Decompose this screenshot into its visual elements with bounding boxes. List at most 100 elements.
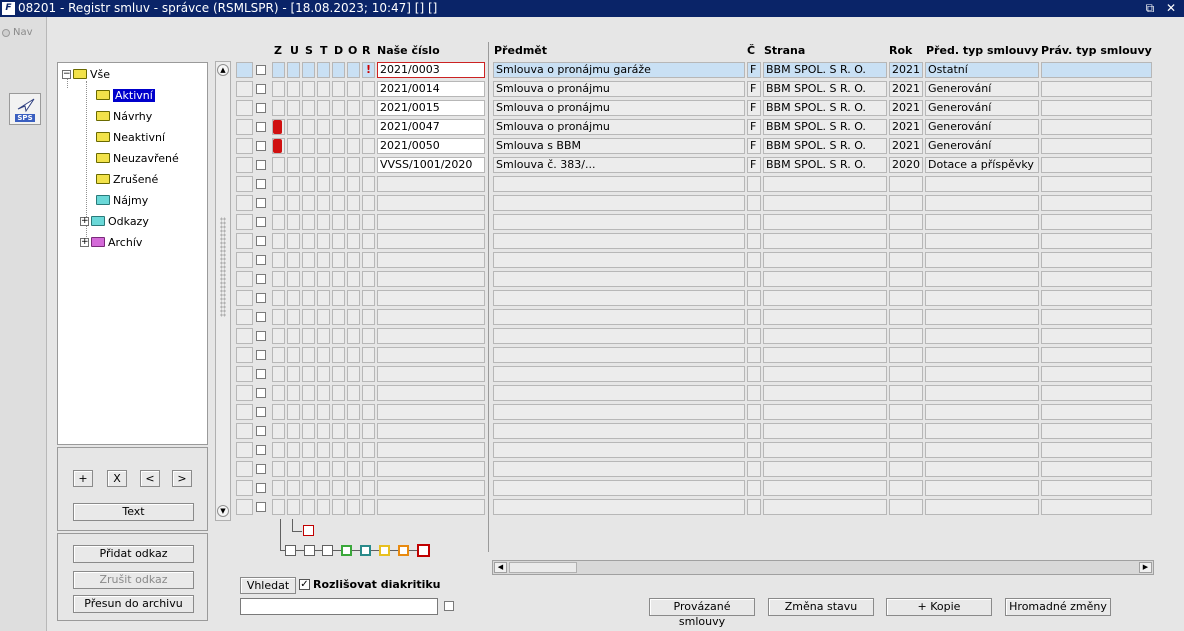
row-cell-nase-cislo[interactable]: 2021/0003	[377, 62, 485, 78]
row-cell-marker[interactable]	[317, 385, 330, 401]
row-cell-pred-typ[interactable]	[925, 233, 1039, 249]
row-cell-marker[interactable]	[272, 195, 285, 211]
row-cell-marker[interactable]	[287, 119, 300, 135]
row-cell-marker[interactable]	[272, 100, 285, 116]
row-cell-marker[interactable]	[272, 423, 285, 439]
diacritics-checkbox[interactable]: ✓	[299, 579, 310, 590]
row-cell-marker[interactable]	[332, 252, 345, 268]
row-cell-strana[interactable]: BBM SPOL. S R. O.	[763, 157, 887, 173]
row-cell-nase-cislo[interactable]	[377, 366, 485, 382]
row-cell-prav-typ[interactable]	[1041, 119, 1152, 135]
row-cell-marker[interactable]	[347, 385, 360, 401]
tree-item-aktivni[interactable]: Aktivní	[96, 87, 155, 103]
row-cell-marker[interactable]	[332, 480, 345, 496]
row-cell-c[interactable]	[747, 271, 761, 287]
row-cell-c[interactable]: F	[747, 157, 761, 173]
row-cell-marker[interactable]	[302, 385, 315, 401]
row-cell-marker[interactable]	[287, 100, 300, 116]
row-cell-rok[interactable]	[889, 195, 923, 211]
row-cell-marker[interactable]	[347, 347, 360, 363]
row-cell-marker[interactable]	[272, 62, 285, 78]
row-cell-marker[interactable]	[347, 119, 360, 135]
row-cell-c[interactable]	[747, 442, 761, 458]
row-cell-marker[interactable]	[287, 461, 300, 477]
row-cell-rok[interactable]: 2021	[889, 100, 923, 116]
row-cell-marker[interactable]	[347, 442, 360, 458]
row-cell-marker[interactable]	[332, 100, 345, 116]
row-cell-marker[interactable]	[362, 404, 375, 420]
row-cell-c[interactable]	[747, 404, 761, 420]
row-cell-marker[interactable]	[287, 271, 300, 287]
row-cell-marker[interactable]	[317, 119, 330, 135]
row-cell-marker[interactable]	[317, 366, 330, 382]
tree-item-odkazy[interactable]: + Odkazy	[80, 213, 149, 229]
row-cell-nase-cislo[interactable]	[377, 442, 485, 458]
row-cell-prav-typ[interactable]	[1041, 176, 1152, 192]
row-cell-marker[interactable]	[272, 157, 285, 173]
row-cell-nase-cislo[interactable]	[377, 195, 485, 211]
row-cell-c[interactable]: F	[747, 138, 761, 154]
row-cell-marker[interactable]	[317, 480, 330, 496]
row-cell-marker[interactable]	[347, 233, 360, 249]
row-cell-marker[interactable]	[332, 442, 345, 458]
row-cell-marker[interactable]	[272, 461, 285, 477]
row-cell-prav-typ[interactable]	[1041, 499, 1152, 515]
row-cell-pred-typ[interactable]: Ostatní	[925, 62, 1039, 78]
row-cell-marker[interactable]	[332, 366, 345, 382]
window-controls[interactable]: ⧉ ✕	[1146, 0, 1180, 17]
bulk-changes-button[interactable]: Hromadné změny	[1005, 598, 1111, 616]
row-cell-marker[interactable]	[362, 423, 375, 439]
row-cell-marker[interactable]	[302, 214, 315, 230]
row-cell-prav-typ[interactable]	[1041, 138, 1152, 154]
row-cell-marker[interactable]	[317, 499, 330, 515]
row-checkbox[interactable]	[256, 483, 266, 493]
row-cell-rok[interactable]	[889, 309, 923, 325]
row-cell-marker[interactable]	[362, 176, 375, 192]
row-cell-strana[interactable]	[763, 214, 887, 230]
row-cell-prav-typ[interactable]	[1041, 271, 1152, 287]
row-cell-marker[interactable]	[302, 328, 315, 344]
row-cell-rok[interactable]	[889, 480, 923, 496]
row-cell-marker[interactable]	[236, 423, 253, 439]
row-cell-marker[interactable]	[236, 328, 253, 344]
row-cell-marker[interactable]	[362, 271, 375, 287]
row-cell-c[interactable]	[747, 423, 761, 439]
row-cell-predmet[interactable]	[493, 290, 745, 306]
row-cell-strana[interactable]: BBM SPOL. S R. O.	[763, 62, 887, 78]
row-cell-marker[interactable]	[362, 461, 375, 477]
row-cell-marker[interactable]	[317, 404, 330, 420]
row-cell-strana[interactable]: BBM SPOL. S R. O.	[763, 119, 887, 135]
row-cell-marker[interactable]	[236, 290, 253, 306]
row-cell-pred-typ[interactable]	[925, 195, 1039, 211]
row-cell-rok[interactable]	[889, 176, 923, 192]
row-cell-marker[interactable]	[317, 423, 330, 439]
row-cell-marker[interactable]	[362, 100, 375, 116]
row-cell-marker[interactable]	[332, 404, 345, 420]
row-cell-c[interactable]	[747, 499, 761, 515]
row-cell-prav-typ[interactable]	[1041, 81, 1152, 97]
row-cell-marker[interactable]	[317, 176, 330, 192]
row-cell-marker[interactable]	[272, 233, 285, 249]
row-cell-marker[interactable]	[287, 423, 300, 439]
row-cell-c[interactable]: F	[747, 81, 761, 97]
row-cell-marker[interactable]	[287, 385, 300, 401]
row-cell-strana[interactable]	[763, 423, 887, 439]
row-cell-marker[interactable]	[302, 461, 315, 477]
row-cell-pred-typ[interactable]	[925, 499, 1039, 515]
row-cell-nase-cislo[interactable]	[377, 347, 485, 363]
column-splitter[interactable]	[488, 42, 489, 552]
row-cell-marker[interactable]	[362, 347, 375, 363]
row-cell-marker[interactable]	[362, 119, 375, 135]
row-cell-nase-cislo[interactable]	[377, 233, 485, 249]
row-cell-marker[interactable]	[362, 499, 375, 515]
expand-button[interactable]: +	[73, 470, 93, 487]
row-cell-strana[interactable]	[763, 442, 887, 458]
row-cell-marker[interactable]	[272, 309, 285, 325]
row-checkbox[interactable]	[256, 350, 266, 360]
row-cell-marker[interactable]	[287, 328, 300, 344]
row-cell-c[interactable]: F	[747, 100, 761, 116]
row-cell-c[interactable]	[747, 252, 761, 268]
row-checkbox[interactable]	[256, 293, 266, 303]
row-cell-marker[interactable]	[347, 157, 360, 173]
row-cell-marker[interactable]	[302, 138, 315, 154]
